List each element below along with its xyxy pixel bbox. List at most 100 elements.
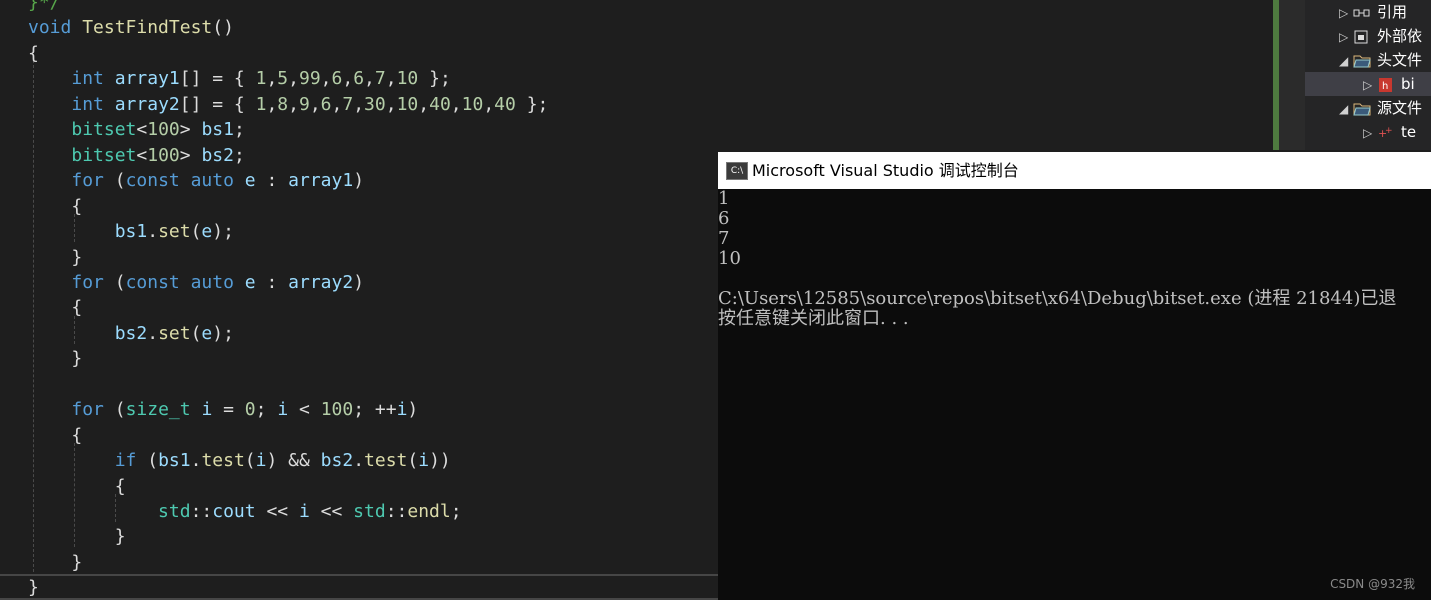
expand-arrow-icon[interactable]: ▷ [1363, 121, 1377, 145]
code-token: 10 [461, 94, 484, 115]
code-token: ) [407, 399, 419, 420]
svg-text:+: + [1385, 126, 1393, 136]
code-token: 100 [320, 399, 354, 420]
code-token: < [136, 145, 148, 166]
tree-item-label: 源文件 [1377, 99, 1423, 117]
debug-console-window[interactable]: C:\ Microsoft Visual Studio 调试控制台 1 6 7 … [718, 152, 1431, 600]
code-token: bs1 [114, 221, 148, 242]
code-line[interactable]: { [28, 295, 82, 320]
code-line[interactable]: int array2[] = { 1,8,9,6,7,30,10,40,10,4… [28, 92, 548, 117]
code-token: ( [136, 450, 159, 471]
code-token: 9 [298, 94, 310, 115]
code-token: bs2 [320, 450, 354, 471]
code-line[interactable]: } [28, 575, 39, 600]
code-token: int [71, 94, 104, 115]
code-token: 10 [396, 68, 419, 89]
code-token: i [201, 399, 213, 420]
code-token: }; [515, 94, 549, 115]
code-token: std [353, 501, 386, 522]
code-token: TestFindTest [82, 17, 213, 38]
code-line[interactable]: bs1.set(e); [28, 219, 234, 244]
code-line[interactable]: } [28, 550, 82, 575]
folder-icon [1353, 103, 1371, 115]
svg-text:h: h [1382, 81, 1388, 92]
code-token: ; [233, 119, 245, 140]
tree-item-external-deps[interactable]: ▷ 外部依 [1339, 24, 1431, 48]
code-token: 30 [364, 94, 386, 115]
code-line[interactable]: } [28, 524, 126, 549]
expand-arrow-icon[interactable]: ▷ [1363, 73, 1377, 97]
code-token: 100 [147, 119, 180, 140]
code-line[interactable]: for (size_t i = 0; i < 100; ++i) [28, 397, 418, 422]
code-line[interactable]: bs2.set(e); [28, 321, 234, 346]
code-line[interactable]: }*/ [28, 0, 61, 15]
code-token: ( [407, 450, 419, 471]
code-line[interactable]: { [28, 194, 82, 219]
code-token: e [244, 170, 256, 191]
code-token: set [158, 221, 191, 242]
code-line[interactable]: bitset<100> bs1; [28, 117, 245, 142]
tree-item-source-files[interactable]: ◢ 源文件 [1339, 96, 1431, 120]
code-line[interactable]: { [28, 474, 126, 499]
editor-scrollbar[interactable] [1279, 0, 1305, 150]
code-token: , [385, 68, 397, 89]
code-token: 1 [255, 68, 267, 89]
code-token: > [179, 145, 202, 166]
tree-item-references[interactable]: ▷ 引用 [1339, 0, 1431, 24]
folder-icon [1353, 55, 1371, 67]
code-line[interactable]: std::cout << i << std::endl; [28, 499, 462, 524]
code-token: void [28, 17, 72, 38]
code-token: i [277, 399, 289, 420]
tree-item-header-files[interactable]: ◢ 头文件 [1339, 48, 1431, 72]
cpp-file-icon: ++ [1378, 126, 1393, 140]
console-title-bar[interactable]: C:\ Microsoft Visual Studio 调试控制台 [718, 152, 1431, 189]
tree-item-label: 引用 [1377, 3, 1408, 21]
code-line[interactable]: { [28, 423, 82, 448]
tree-item-source-file[interactable]: ▷ + + te [1363, 120, 1431, 144]
code-token: ; [450, 501, 462, 522]
code-line[interactable]: } [28, 245, 82, 270]
collapse-arrow-icon[interactable]: ◢ [1339, 97, 1353, 121]
code-token: () [212, 17, 234, 38]
code-token: 7 [374, 68, 386, 89]
code-token: . [147, 323, 159, 344]
code-token: } [28, 526, 126, 547]
code-line[interactable]: if (bs1.test(i) && bs2.test(i)) [28, 448, 451, 473]
code-token: i [255, 450, 267, 471]
code-token: 6 [353, 68, 365, 89]
code-line[interactable]: bitset<100> bs2; [28, 143, 244, 168]
code-token: endl [407, 501, 451, 522]
expand-arrow-icon[interactable]: ▷ [1339, 25, 1353, 49]
code-token: { [28, 425, 83, 446]
code-token: 99 [298, 68, 321, 89]
code-line[interactable]: } [28, 346, 82, 371]
code-token: const [125, 272, 180, 293]
code-token: size_t [125, 399, 191, 420]
code-line[interactable]: { [28, 41, 39, 66]
code-token: i [396, 399, 408, 420]
code-line[interactable]: void TestFindTest() [28, 15, 234, 40]
expand-arrow-icon[interactable]: ▷ [1339, 1, 1353, 25]
code-token: bs1 [158, 450, 191, 471]
collapse-arrow-icon[interactable]: ◢ [1339, 49, 1353, 73]
code-token: 1 [255, 94, 267, 115]
console-output[interactable]: 1 6 7 10 C:\Users\12585\source\repos\bit… [718, 189, 1431, 600]
code-token: )) [429, 450, 451, 471]
code-token: :: [385, 501, 408, 522]
code-line[interactable]: for (const auto e : array1) [28, 168, 364, 193]
console-app-icon: C:\ [726, 162, 748, 180]
code-line[interactable]: for (const auto e : array2) [28, 270, 364, 295]
tree-item-header-file[interactable]: ▷ h bi [1305, 72, 1431, 96]
code-line[interactable]: int array1[] = { 1,5,99,6,6,7,10 }; [28, 66, 450, 91]
code-token: ); [212, 323, 234, 344]
external-deps-icon [1354, 30, 1368, 43]
code-token: ( [103, 170, 126, 191]
